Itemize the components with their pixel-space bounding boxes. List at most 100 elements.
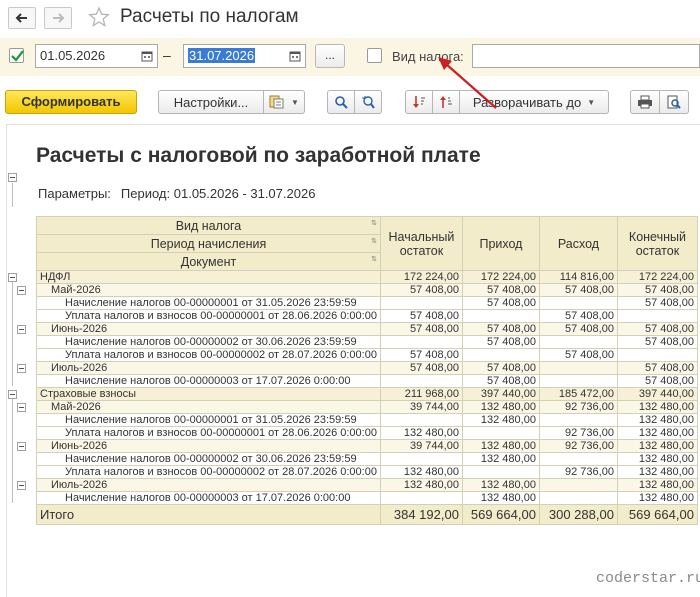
- period-group-row[interactable]: Июнь-2026 57 408,00 57 408,00 57 408,00 57 4…: [36, 322, 698, 336]
- cell-closing[interactable]: 57 408,00: [616, 374, 698, 388]
- cell-opening[interactable]: 39 744,00: [379, 400, 463, 414]
- collapse-period-group-icon[interactable]: [17, 324, 26, 334]
- back-button[interactable]: [8, 7, 36, 29]
- document-row[interactable]: Уплата налогов и взносов 00-00000002 от …: [36, 465, 698, 479]
- cell-expense[interactable]: [538, 452, 618, 466]
- cell-closing[interactable]: [616, 348, 698, 362]
- period-group-row[interactable]: Июнь-2026 39 744,00 132 480,00 92 736,00 132…: [36, 439, 698, 453]
- row-label[interactable]: Май-2026: [36, 283, 381, 297]
- collapse-period-group-icon[interactable]: [17, 402, 26, 412]
- document-row[interactable]: Начисление налогов 00-00000002 от 30.06.…: [36, 335, 698, 349]
- cell-opening[interactable]: [379, 413, 463, 427]
- collapse-header-icon[interactable]: [8, 173, 17, 182]
- expand-to-dropdown[interactable]: Разворачивать до ▼: [459, 90, 609, 114]
- cell-closing[interactable]: 57 408,00: [616, 296, 698, 310]
- date-from-input[interactable]: 01.05.2026: [35, 44, 137, 68]
- tax-group-row[interactable]: Страховые взносы 211 968,00 397 440,00 185 …: [36, 387, 698, 401]
- period-group-row[interactable]: Июль-2026 132 480,00 132 480,00 132 480,00: [36, 478, 698, 492]
- cell-closing[interactable]: 132 480,00: [616, 413, 698, 427]
- row-label[interactable]: Уплата налогов и взносов 00-00000001 от …: [36, 309, 381, 323]
- find-next-button[interactable]: [354, 90, 382, 114]
- header-income[interactable]: Приход: [461, 216, 540, 271]
- header-opening-balance[interactable]: Начальный остаток: [379, 216, 463, 271]
- cell-expense[interactable]: [538, 335, 618, 349]
- period-checkbox[interactable]: [9, 48, 24, 63]
- cell-expense[interactable]: [538, 491, 618, 505]
- cell-expense[interactable]: 92 736,00: [538, 465, 618, 479]
- cell-opening[interactable]: 57 408,00: [379, 309, 463, 323]
- cell-closing[interactable]: 132 480,00: [616, 400, 698, 414]
- cell-expense[interactable]: 185 472,00: [538, 387, 618, 401]
- sort-desc-button[interactable]: [405, 90, 433, 114]
- total-row[interactable]: Итого 384 192,00 569 664,00 300 288,00 569 6…: [36, 504, 698, 525]
- row-label[interactable]: Начисление налогов 00-00000002 от 30.06.…: [36, 335, 381, 349]
- collapse-period-group-icon[interactable]: [17, 441, 26, 451]
- cell-expense[interactable]: 57 408,00: [538, 322, 618, 336]
- cell-income[interactable]: [461, 348, 540, 362]
- cell-closing[interactable]: 132 480,00: [616, 465, 698, 479]
- document-row[interactable]: Уплата налогов и взносов 00-00000002 от …: [36, 348, 698, 362]
- sort-asc-button[interactable]: [432, 90, 460, 114]
- cell-income[interactable]: 132 480,00: [461, 439, 540, 453]
- header-accrual-period[interactable]: Период начисления ⇅: [36, 234, 381, 253]
- cell-opening[interactable]: 132 480,00: [379, 478, 463, 492]
- tax-type-checkbox[interactable]: [367, 48, 382, 63]
- row-label[interactable]: Июль-2026: [36, 361, 381, 375]
- cell-opening[interactable]: 39 744,00: [379, 439, 463, 453]
- cell-expense[interactable]: 57 408,00: [538, 348, 618, 362]
- collapse-tax-group-icon[interactable]: [8, 272, 17, 282]
- cell-opening[interactable]: [379, 296, 463, 310]
- document-row[interactable]: Начисление налогов 00-00000003 от 17.07.…: [36, 374, 698, 388]
- cell-opening[interactable]: 57 408,00: [379, 283, 463, 297]
- cell-opening[interactable]: [379, 374, 463, 388]
- document-row[interactable]: Уплата налогов и взносов 00-00000001 от …: [36, 309, 698, 323]
- period-group-row[interactable]: Май-2026 57 408,00 57 408,00 57 408,00 57 40…: [36, 283, 698, 297]
- cell-expense[interactable]: 92 736,00: [538, 426, 618, 440]
- cell-opening[interactable]: 57 408,00: [379, 348, 463, 362]
- cell-income[interactable]: 132 480,00: [461, 491, 540, 505]
- cell-opening[interactable]: 172 224,00: [379, 270, 463, 284]
- header-tax-type[interactable]: Вид налога ⇅: [36, 216, 381, 235]
- cell-opening[interactable]: [379, 491, 463, 505]
- cell-closing[interactable]: 132 480,00: [616, 452, 698, 466]
- header-expense[interactable]: Расход: [538, 216, 618, 271]
- cell-opening[interactable]: 57 408,00: [379, 322, 463, 336]
- cell-income[interactable]: 132 480,00: [461, 400, 540, 414]
- cell-income[interactable]: 132 480,00: [461, 413, 540, 427]
- cell-expense[interactable]: [538, 413, 618, 427]
- tax-type-input[interactable]: [472, 44, 700, 68]
- total-expense[interactable]: 300 288,00: [538, 504, 618, 525]
- cell-expense[interactable]: [538, 374, 618, 388]
- settings-button[interactable]: Настройки...: [158, 90, 264, 114]
- cell-opening[interactable]: 132 480,00: [379, 465, 463, 479]
- row-label[interactable]: Уплата налогов и взносов 00-00000002 от …: [36, 348, 381, 362]
- row-label[interactable]: Начисление налогов 00-00000003 от 17.07.…: [36, 374, 381, 388]
- favorite-star-icon[interactable]: [88, 6, 110, 28]
- cell-closing[interactable]: 57 408,00: [616, 361, 698, 375]
- cell-income[interactable]: 57 408,00: [461, 361, 540, 375]
- cell-income[interactable]: 397 440,00: [461, 387, 540, 401]
- total-opening[interactable]: 384 192,00: [379, 504, 463, 525]
- print-button[interactable]: [630, 90, 660, 114]
- cell-expense[interactable]: 114 816,00: [538, 270, 618, 284]
- cell-expense[interactable]: 57 408,00: [538, 283, 618, 297]
- header-document[interactable]: Документ ⇅: [36, 252, 381, 271]
- period-group-row[interactable]: Июль-2026 57 408,00 57 408,00 57 408,00: [36, 361, 698, 375]
- date-to-calendar-button[interactable]: [284, 44, 306, 68]
- cell-income[interactable]: 57 408,00: [461, 296, 540, 310]
- tax-group-row[interactable]: НДФЛ 172 224,00 172 224,00 114 816,00 172 22…: [36, 270, 698, 284]
- row-label[interactable]: Июль-2026: [36, 478, 381, 492]
- cell-income[interactable]: 57 408,00: [461, 335, 540, 349]
- cell-opening[interactable]: 211 968,00: [379, 387, 463, 401]
- forward-button[interactable]: [44, 7, 72, 29]
- row-label[interactable]: Страховые взносы: [36, 387, 381, 401]
- cell-income[interactable]: 132 480,00: [461, 452, 540, 466]
- total-closing[interactable]: 569 664,00: [616, 504, 698, 525]
- collapse-period-group-icon[interactable]: [17, 363, 26, 373]
- cell-closing[interactable]: 57 408,00: [616, 322, 698, 336]
- cell-expense[interactable]: 57 408,00: [538, 309, 618, 323]
- row-label[interactable]: Май-2026: [36, 400, 381, 414]
- row-label[interactable]: Начисление налогов 00-00000002 от 30.06.…: [36, 452, 381, 466]
- cell-expense[interactable]: 92 736,00: [538, 439, 618, 453]
- cell-opening[interactable]: [379, 335, 463, 349]
